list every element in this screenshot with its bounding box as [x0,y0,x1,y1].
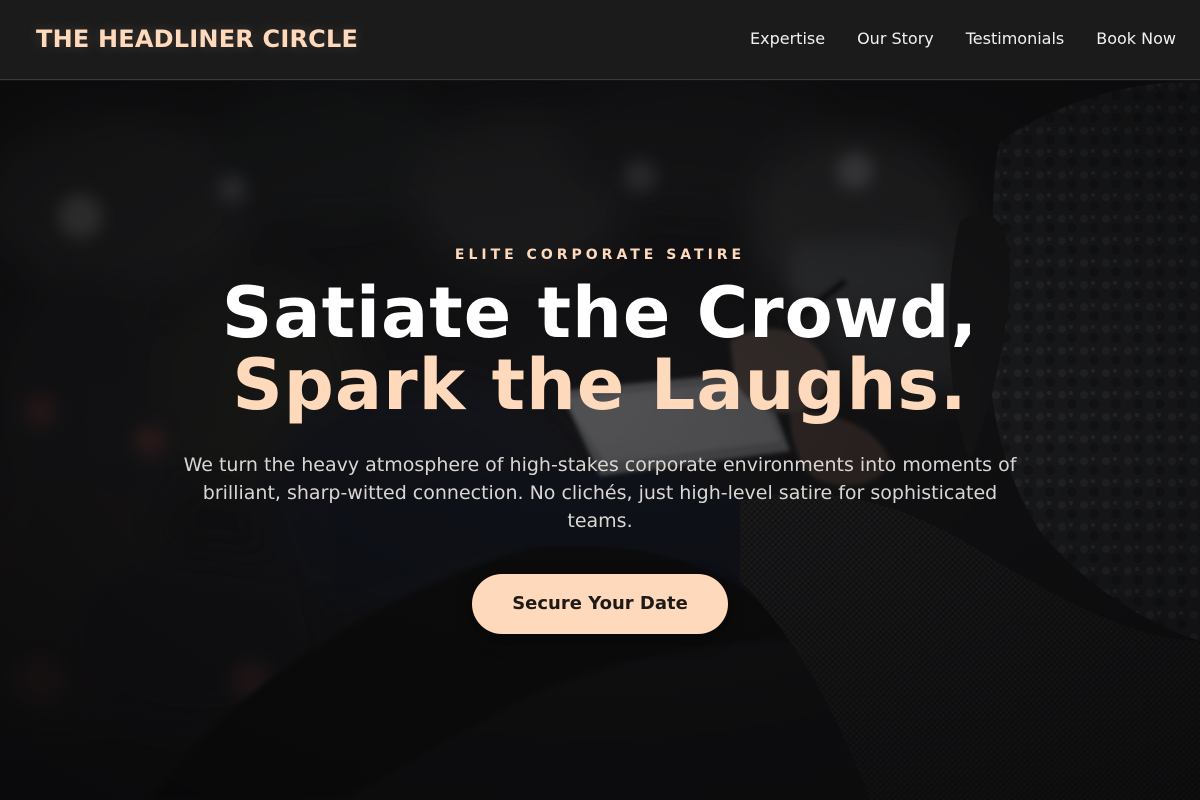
nav-link-testimonials[interactable]: Testimonials [966,29,1065,48]
hero-eyebrow: ELITE CORPORATE SATIRE [454,247,746,263]
nav-link-our-story[interactable]: Our Story [857,29,934,48]
hero-headline-line2: Spark the Laughs. [232,344,968,426]
landing-page: THE HEADLINER CIRCLE Expertise Our Story… [0,0,1200,800]
hero-headline-line1: Satiate the Crowd, [221,272,979,354]
secure-date-button[interactable]: Secure Your Date [472,574,728,634]
main-nav: Expertise Our Story Testimonials Book No… [750,29,1176,48]
hero-description: We turn the heavy atmosphere of high-sta… [183,454,1017,532]
hero-section: ELITE CORPORATE SATIRE Satiate the Crowd… [0,81,1200,800]
nav-link-expertise[interactable]: Expertise [750,29,825,48]
nav-link-book-now[interactable]: Book Now [1096,29,1176,48]
brand-logo[interactable]: THE HEADLINER CIRCLE [36,25,358,53]
site-header: THE HEADLINER CIRCLE Expertise Our Story… [0,0,1200,80]
hero-headline: Satiate the Crowd, Spark the Laughs. [0,277,1200,421]
